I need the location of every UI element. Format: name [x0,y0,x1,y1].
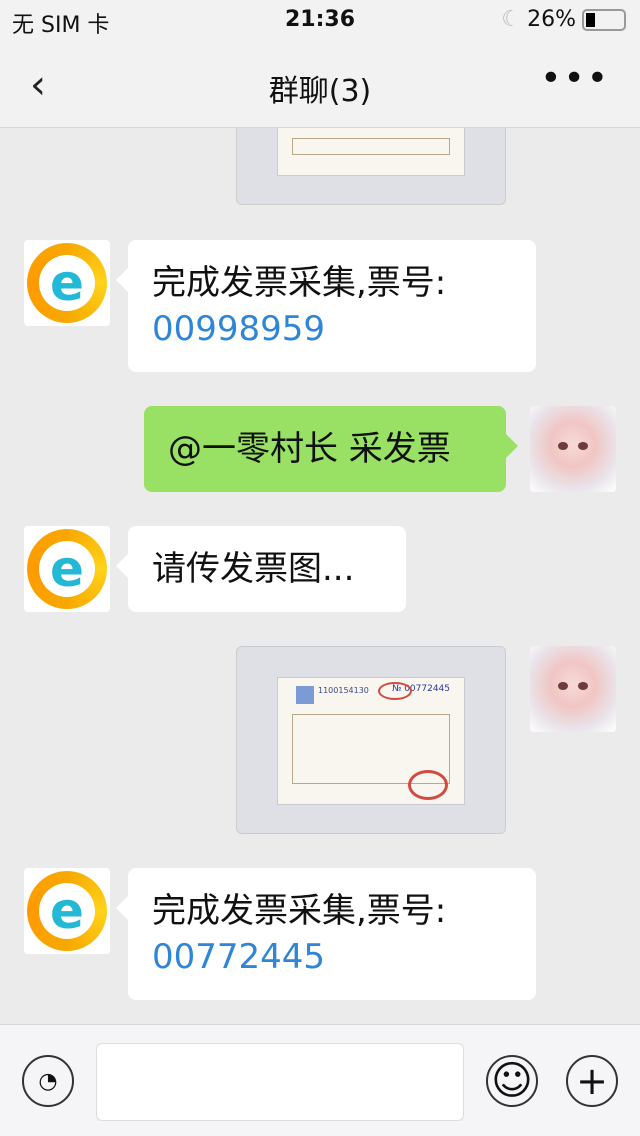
invoice-number-link[interactable]: 00772445 [152,934,512,980]
avatar-bot[interactable]: e [24,240,110,326]
plus-icon[interactable]: + [566,1055,618,1107]
qr-code [296,686,314,704]
message-bubble[interactable]: 完成发票采集,票号: 00772445 [116,868,536,1000]
stamp [378,682,412,700]
message-bubble[interactable]: @一零村长 采发票 [144,406,518,492]
avatar-bot[interactable]: e [24,526,110,612]
nav-bar: ‹ 群聊(3) ••• [0,40,640,128]
voice-icon[interactable]: ◔ [22,1055,74,1107]
invoice-number-link[interactable]: 00998959 [152,306,512,352]
message-text: 完成发票采集,票号: [152,891,447,931]
stamp [408,770,448,800]
moon-icon: ☾ [501,7,522,32]
logo-icon: e [27,243,107,323]
message-text: 完成发票采集,票号: [152,263,447,303]
avatar-me[interactable] [530,646,616,732]
emoji-icon[interactable]: ☺ [486,1055,538,1107]
message-text: @一零村长 采发票 [168,429,451,469]
input-bar: ◔ ☺ + [0,1024,640,1136]
message-bubble[interactable]: 请传发票图... [116,526,406,612]
message-text: 请传发票图... [152,549,355,589]
message-bubble[interactable]: 完成发票采集,票号: 00998959 [116,240,536,372]
message-input[interactable] [96,1043,464,1121]
battery-percent: 26% [527,7,576,32]
status-bar: 无 SIM 卡 21:36 ☾ 26% [0,0,640,40]
avatar-me[interactable] [530,406,616,492]
battery-icon [582,8,626,31]
logo-icon: e [27,529,107,609]
logo-icon: e [27,871,107,951]
invoice-code: 1100154130 [318,686,369,695]
more-icon[interactable]: ••• [540,58,610,99]
avatar-bot[interactable]: e [24,868,110,954]
invoice-image[interactable]: 1100154130 № 00772445 [236,646,506,834]
